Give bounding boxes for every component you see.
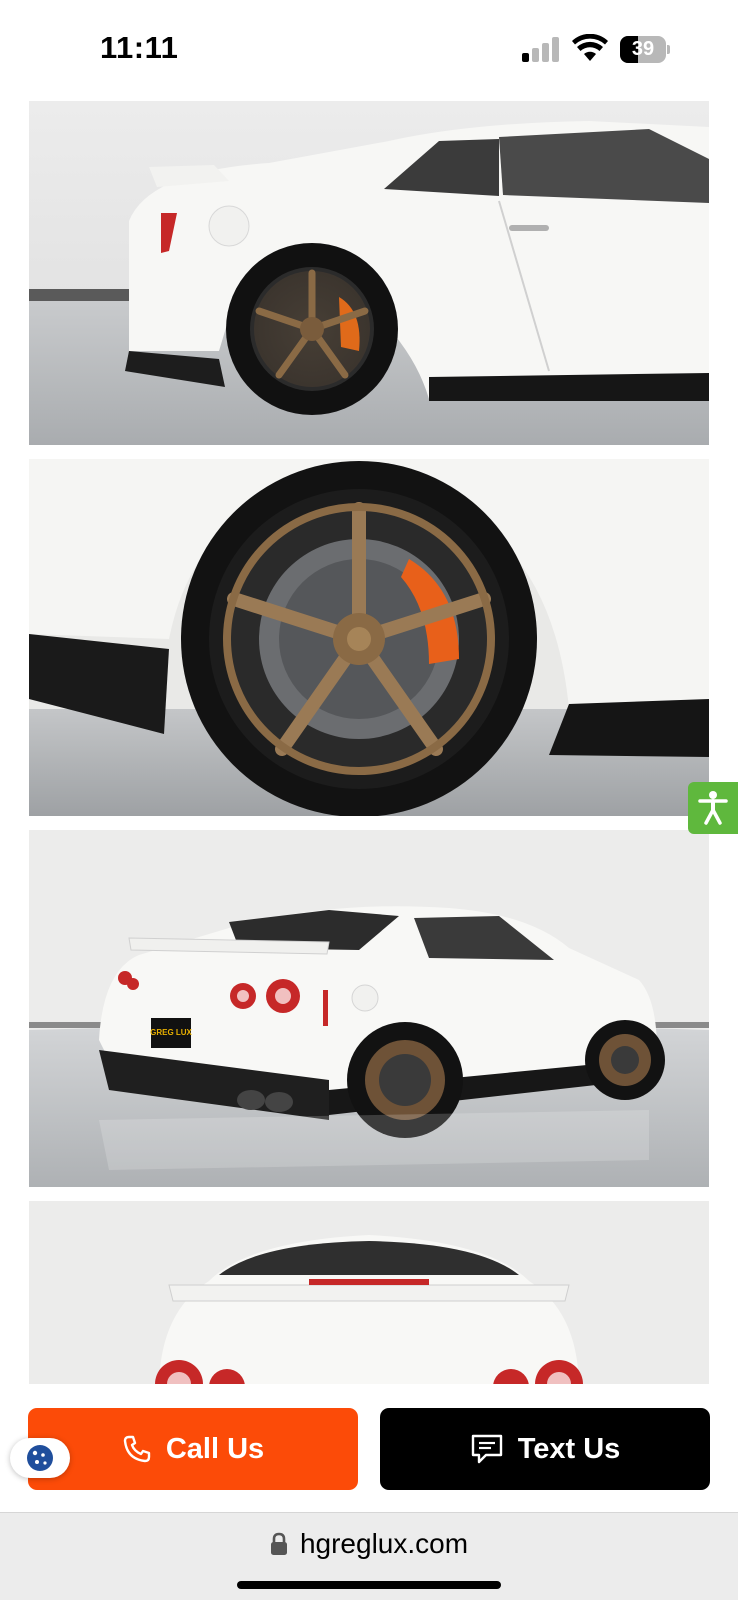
vehicle-photo-4[interactable] (29, 1201, 709, 1384)
contact-action-bar: Call Us Text Us (0, 1384, 738, 1512)
call-us-button[interactable]: Call Us (28, 1408, 358, 1490)
browser-url-bar: hgreglux.com (0, 1512, 738, 1600)
phone-icon (123, 1435, 151, 1463)
message-icon (471, 1434, 502, 1464)
text-us-label: Text Us (517, 1432, 621, 1465)
wifi-icon (572, 34, 608, 61)
accessibility-button[interactable] (688, 782, 738, 834)
vehicle-photo-1[interactable] (29, 101, 709, 445)
cookie-icon (27, 1445, 53, 1471)
address-field[interactable]: hgreglux.com (0, 1527, 738, 1561)
status-time: 11:11 (100, 30, 179, 65)
vehicle-photo-2[interactable] (29, 459, 709, 816)
dealer-plate-badge: GREG LUX (150, 1028, 192, 1037)
vehicle-photo-gallery[interactable]: GREG LUX (29, 101, 709, 1384)
cookie-settings-button[interactable] (10, 1438, 70, 1478)
battery-percentage: 39 (631, 38, 655, 60)
cellular-signal-icon (522, 36, 562, 62)
accessibility-icon (698, 791, 728, 825)
text-us-button[interactable]: Text Us (380, 1408, 710, 1490)
url-text: hgreglux.com (299, 1528, 469, 1559)
home-indicator (237, 1581, 501, 1589)
battery-icon: 39 (620, 36, 670, 63)
call-us-label: Call Us (165, 1432, 265, 1465)
vehicle-photo-3[interactable]: GREG LUX (29, 830, 709, 1187)
status-bar: 11:11 39 (0, 0, 738, 100)
lock-icon (270, 1532, 287, 1555)
